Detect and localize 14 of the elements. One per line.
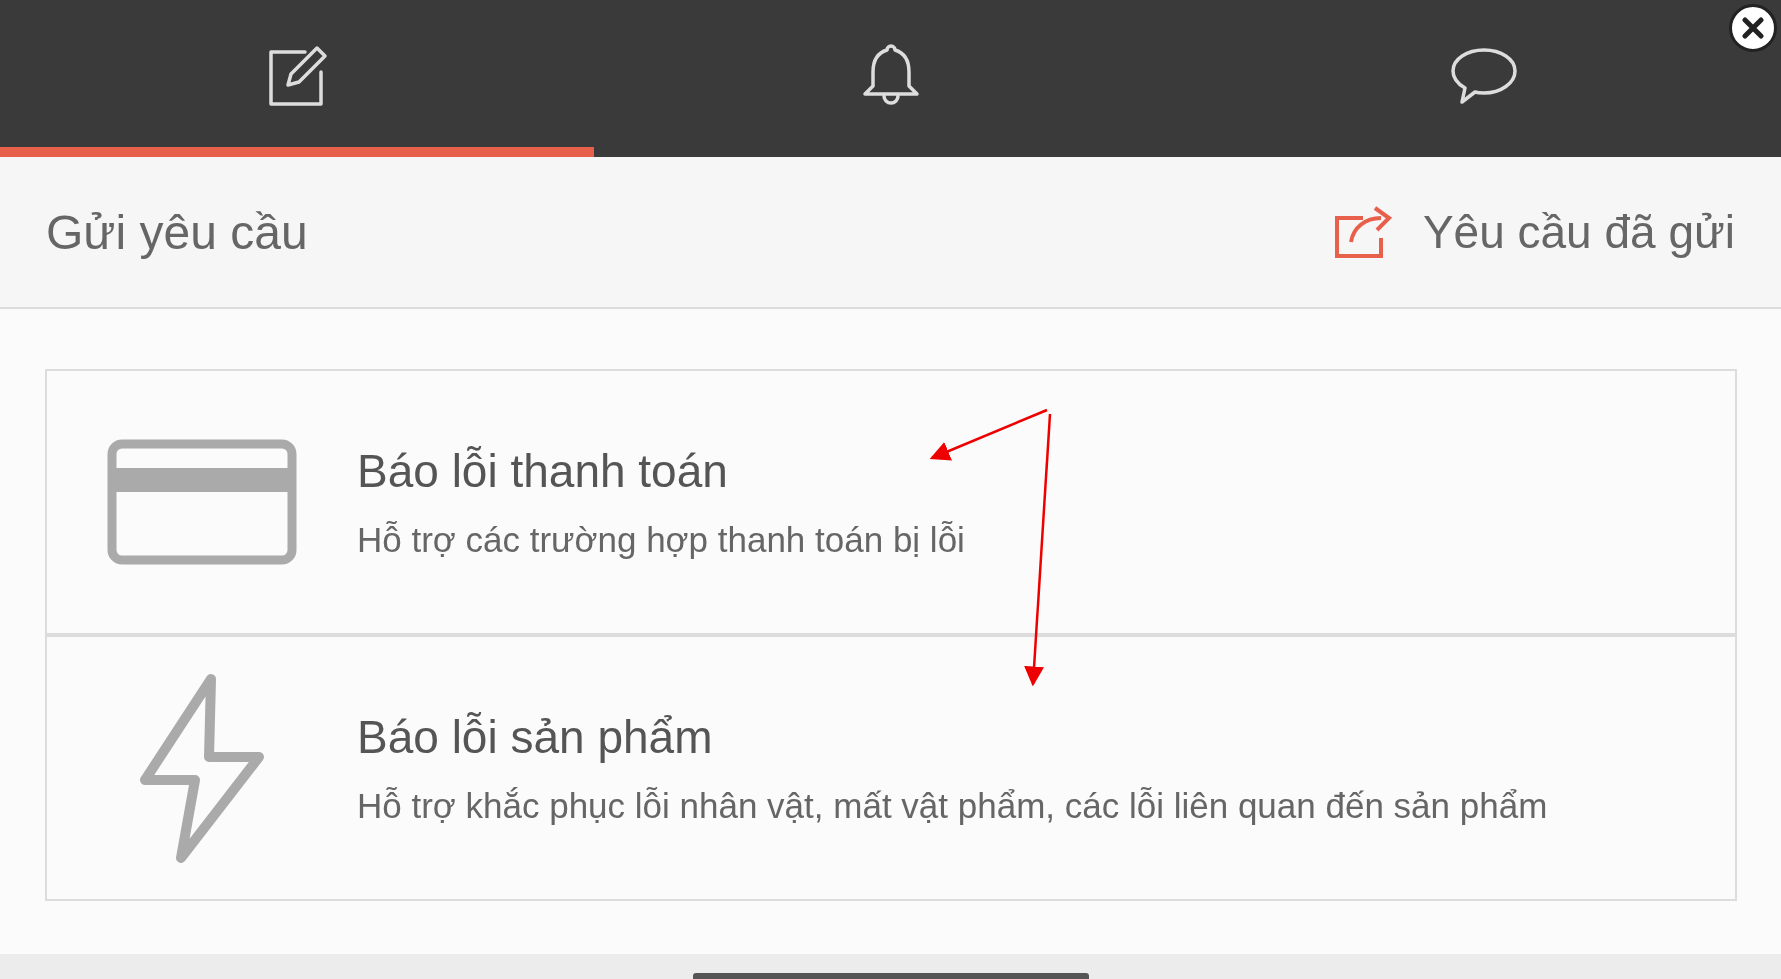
category-row[interactable]: Báo lỗi thanh toán Hỗ trợ các trường hợp thanh toán bị lỗi (47, 371, 1735, 633)
page-title: Gửi yêu cầu (46, 204, 308, 260)
credit-card-icon (107, 439, 297, 565)
category-description: Hỗ trợ khắc phục lỗi nhân vật, mất vật phẩm, các lỗi liên quan đến sản phẩm (357, 786, 1548, 826)
category-row[interactable]: Báo lỗi sản phẩm Hỗ trợ khắc phục lỗi nhân vật, mất vật phẩm, các lỗi liên quan đến sản phẩm (47, 633, 1735, 899)
sent-requests-link[interactable]: Yêu cầu đã gửi (1332, 204, 1735, 260)
category-description: Hỗ trợ các trường hợp thanh toán bị lỗi (357, 520, 965, 560)
category-title: Báo lỗi thanh toán (357, 444, 729, 498)
lightning-bolt-icon (137, 673, 267, 863)
close-icon (1742, 17, 1764, 39)
speech-bubble-icon (1449, 45, 1520, 106)
scroll-handle[interactable] (692, 973, 1089, 979)
share-icon (1332, 204, 1395, 260)
category-title: Báo lỗi sản phẩm (357, 710, 714, 764)
